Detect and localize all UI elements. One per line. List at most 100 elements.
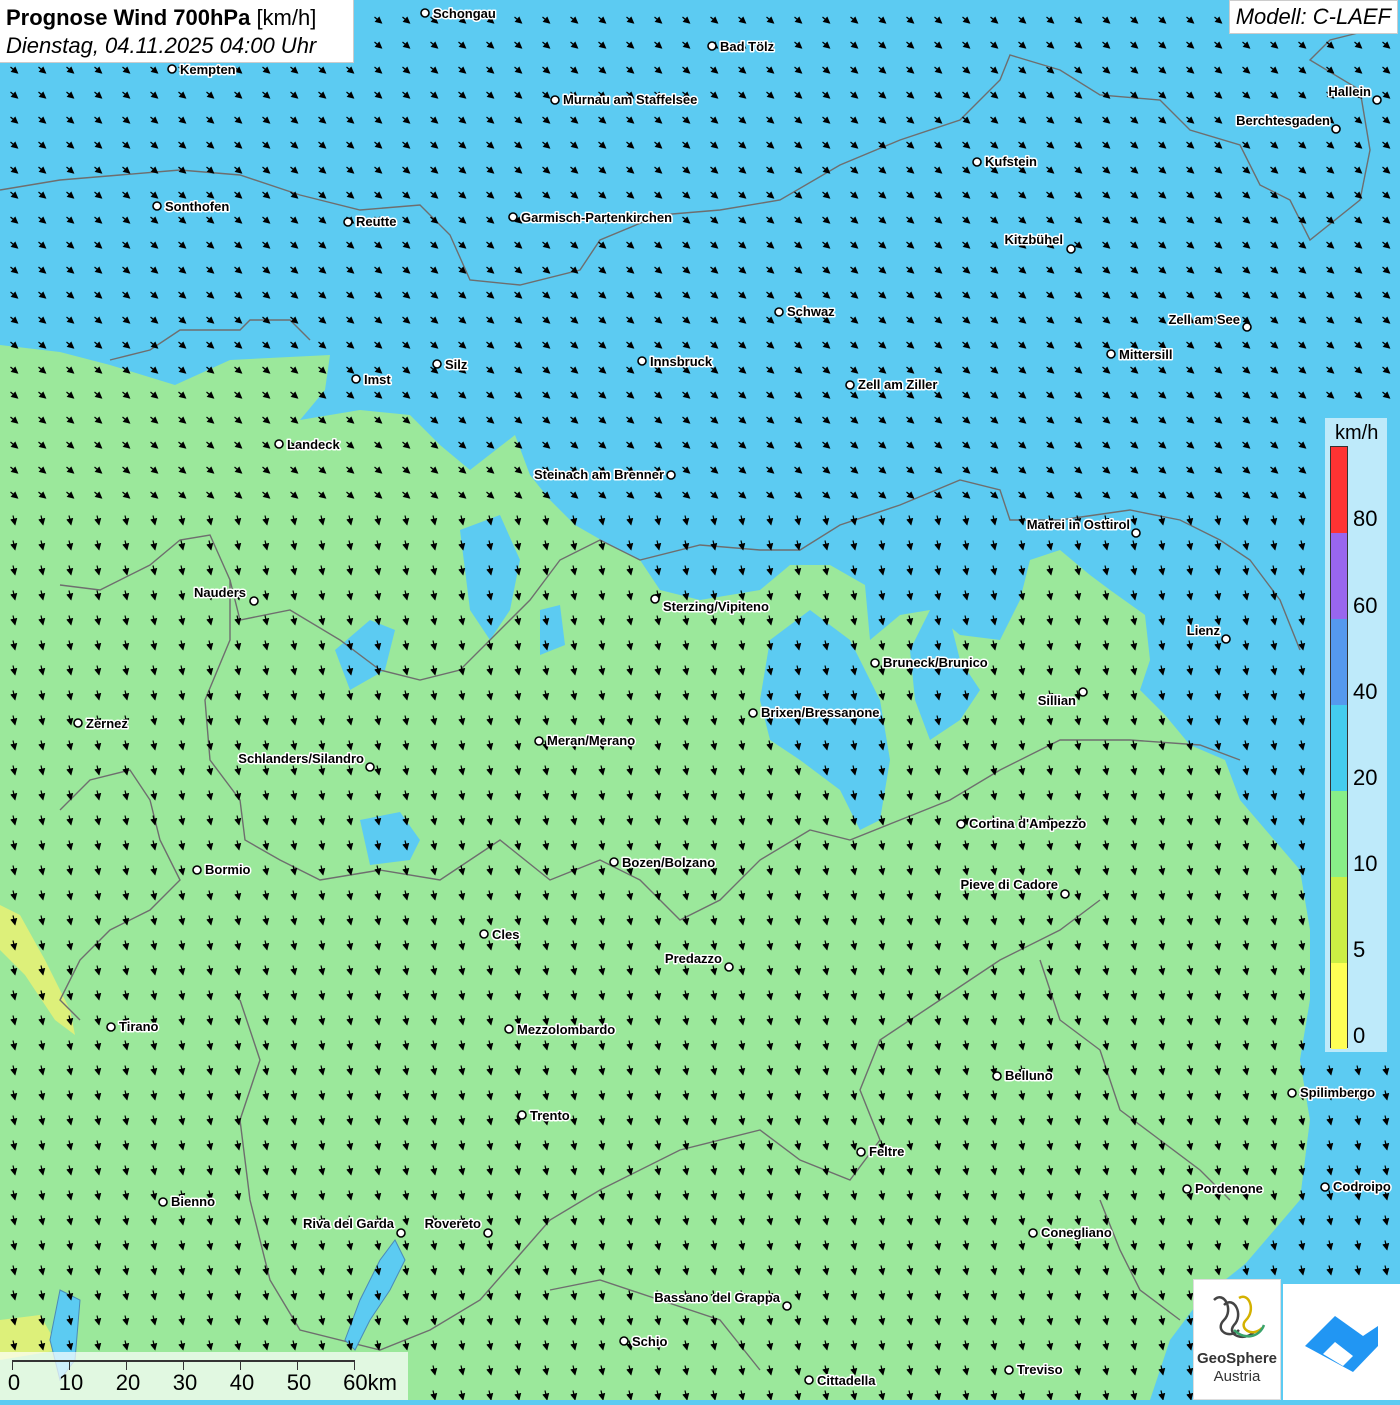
city-label: Tirano <box>119 1019 159 1034</box>
city-label: Feltre <box>869 1144 904 1159</box>
model-label: Modell: C-LAEF <box>1228 0 1398 34</box>
title-box: Prognose Wind 700hPa [km/h] Dienstag, 04… <box>0 0 354 63</box>
scale-label: 50 <box>286 1370 312 1395</box>
city-label: Zell am See <box>1168 312 1240 327</box>
color-legend: km/h 80 60 40 20 10 5 0 <box>1325 418 1387 1052</box>
city-dot <box>992 1071 1002 1081</box>
forecast-date: Dienstag, 04.11.2025 04:00 Uhr <box>6 33 317 58</box>
city-dot <box>1372 95 1382 105</box>
legend-seg-20 <box>1331 705 1347 791</box>
wind-map: Schongau Bad Tölz Kempten Murnau am Staffel… <box>0 0 1400 1400</box>
city-label: Bad Tölz <box>720 39 775 54</box>
city-dot <box>609 857 619 867</box>
city-dot <box>1078 687 1088 697</box>
city-label: Murnau am Staffelsee <box>563 92 697 107</box>
city-dot <box>167 64 177 74</box>
city-label: Zernez <box>86 716 128 731</box>
city-dot <box>1028 1228 1038 1238</box>
legend-seg-40 <box>1331 619 1347 705</box>
city-label: Schongau <box>433 6 496 21</box>
city-label: Innsbruck <box>650 354 713 369</box>
legend-label-60: 60 <box>1353 593 1378 618</box>
city-dot <box>845 380 855 390</box>
city-dot <box>774 307 784 317</box>
geosphere-logo[interactable]: GeoSphere Austria <box>1193 1279 1281 1400</box>
geosphere-text-1: GeoSphere <box>1196 1350 1278 1367</box>
city-label: Riva del Garda <box>303 1216 395 1231</box>
legend-seg-5 <box>1331 877 1347 963</box>
scale-tick <box>354 1360 355 1370</box>
city-label: Garmisch-Partenkirchen <box>521 210 672 225</box>
city-dot <box>1287 1088 1297 1098</box>
city-label: Codroipo <box>1333 1179 1391 1194</box>
legend-label-20: 20 <box>1353 765 1378 790</box>
scale-tick <box>297 1360 298 1370</box>
city-dot <box>365 762 375 772</box>
title-date-line: Dienstag, 04.11.2025 04:00 Uhr <box>6 32 347 60</box>
city-dot <box>158 1197 168 1207</box>
geosphere-text-2: Austria <box>1213 1368 1261 1385</box>
city-label: Cittadella <box>817 1373 876 1388</box>
city-label: Sonthofen <box>165 199 229 214</box>
city-dot <box>249 596 259 606</box>
city-dot <box>1221 634 1231 644</box>
city-label: Nauders <box>194 585 246 600</box>
city-dot <box>870 658 880 668</box>
city-dot <box>782 1301 792 1311</box>
legend-seg-0 <box>1331 963 1347 1049</box>
city-dot <box>508 212 518 222</box>
scale-label: 60km <box>343 1370 397 1395</box>
city-dot <box>504 1024 514 1034</box>
city-label: Reutte <box>356 214 396 229</box>
city-label: Kufstein <box>985 154 1037 169</box>
city-label: Predazzo <box>665 951 722 966</box>
city-dot <box>479 929 489 939</box>
city-label: Kitzbühel <box>1005 232 1064 247</box>
city-label: Hallein <box>1328 84 1371 99</box>
scale-tick <box>183 1360 184 1370</box>
city-dot <box>637 356 647 366</box>
city-dot <box>1060 889 1070 899</box>
city-label: Bormio <box>205 862 251 877</box>
city-dot <box>1066 244 1076 254</box>
city-dot <box>351 374 361 384</box>
city-label: Treviso <box>1017 1362 1063 1377</box>
city-dot <box>517 1110 527 1120</box>
city-dot <box>192 865 202 875</box>
city-label: Bienno <box>171 1194 215 1209</box>
city-label: Spilimbergo <box>1300 1085 1375 1100</box>
city-dot <box>1004 1365 1014 1375</box>
city-label: Mittersill <box>1119 347 1172 362</box>
legend-label-0: 0 <box>1353 1023 1366 1048</box>
app-icon <box>1305 1316 1378 1372</box>
scale-label: 10 <box>58 1370 84 1395</box>
city-dot <box>1331 124 1341 134</box>
city-label: Steinach am Brenner <box>534 467 664 482</box>
city-label: Matrei in Osttirol <box>1027 517 1130 532</box>
city-label: Imst <box>364 372 391 387</box>
city-label: Trento <box>530 1108 570 1123</box>
city-label: Zell am Ziller <box>858 377 937 392</box>
city-label: Meran/Merano <box>547 733 635 748</box>
city-dot <box>619 1336 629 1346</box>
city-dot <box>724 962 734 972</box>
app-logo[interactable] <box>1283 1284 1400 1400</box>
city-dot <box>534 736 544 746</box>
scale-tick <box>126 1360 127 1370</box>
city-label: Sillian <box>1038 693 1076 708</box>
legend-seg-10 <box>1331 791 1347 877</box>
city-dot <box>550 95 560 105</box>
city-dot <box>1131 528 1141 538</box>
scale-tick <box>69 1360 70 1370</box>
city-dot <box>73 718 83 728</box>
title-main-line: Prognose Wind 700hPa [km/h] <box>6 4 347 32</box>
city-dot <box>1106 349 1116 359</box>
city-dot <box>483 1228 493 1238</box>
legend-unit: km/h <box>1335 422 1379 444</box>
city-label: Pordenone <box>1195 1181 1263 1196</box>
map-title: Prognose Wind 700hPa <box>6 5 251 30</box>
city-dot <box>804 1375 814 1385</box>
city-label: Lienz <box>1187 623 1221 638</box>
city-dot <box>650 594 660 604</box>
city-dot <box>106 1022 116 1032</box>
